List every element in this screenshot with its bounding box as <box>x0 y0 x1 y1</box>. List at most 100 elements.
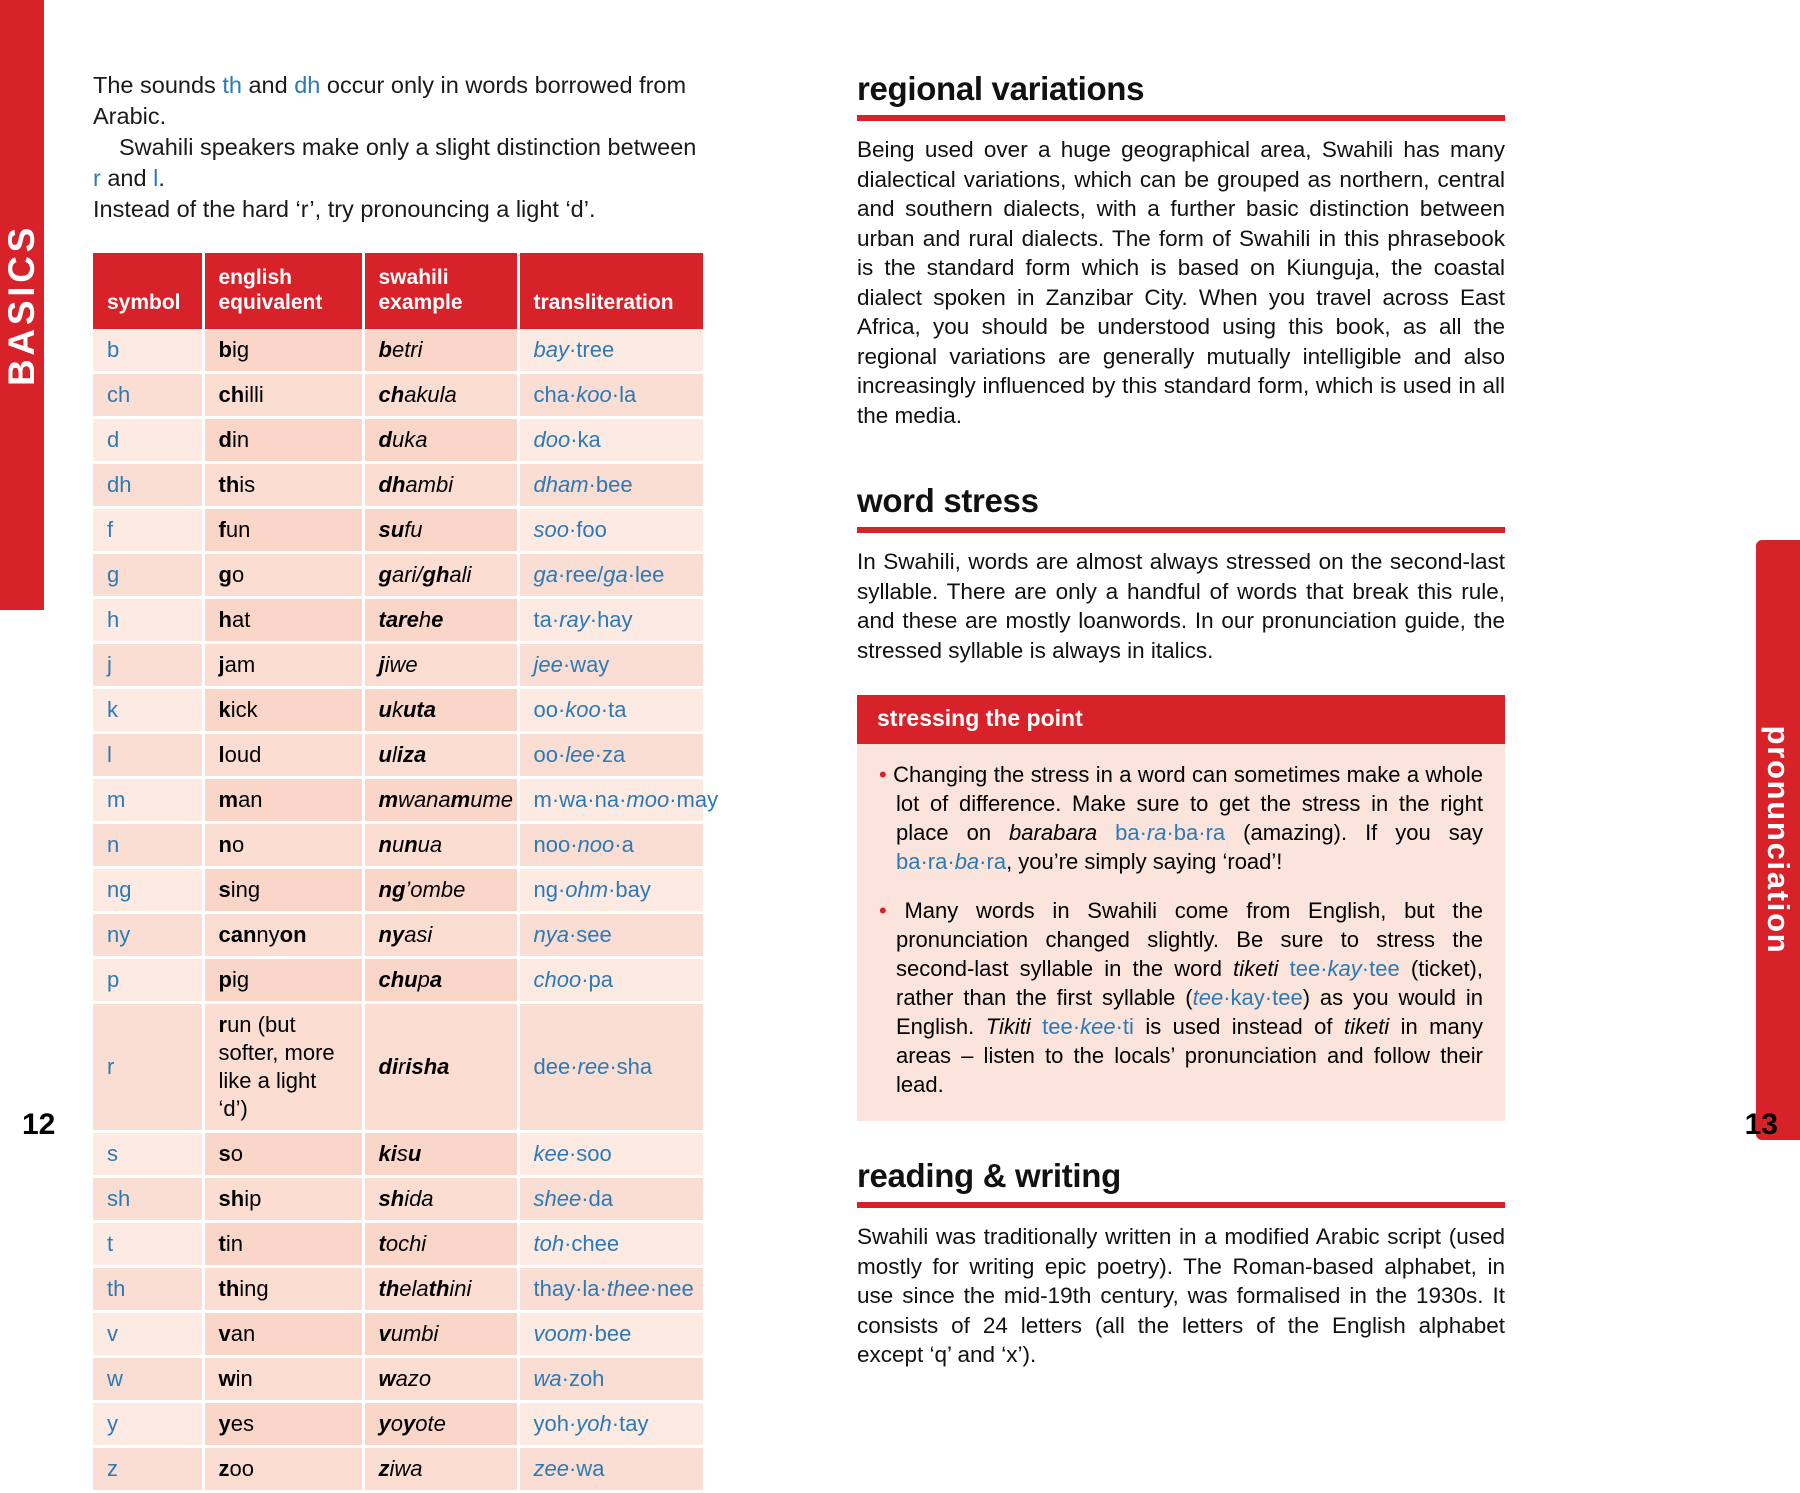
cell-english-equivalent: jam <box>203 642 365 689</box>
cell-symbol: f <box>93 507 205 554</box>
cell-transliteration: yoh·yoh·tay <box>518 1401 703 1448</box>
cell-symbol: ny <box>93 912 205 959</box>
cell-english-equivalent: sing <box>203 867 365 914</box>
cell-swahili-example: mwanamume <box>363 777 520 824</box>
cell-transliteration: voom·bee <box>518 1311 703 1358</box>
table-header-row: symbol english equivalent swahili exampl… <box>93 253 703 329</box>
table-row: ng sing ng’ombe ng·ohm·bay <box>93 867 703 914</box>
tip-word-tiketi-2: tiketi <box>1343 1014 1390 1039</box>
paragraph-word-stress: In Swahili, words are almost always stre… <box>857 549 1505 663</box>
column-header-symbol: symbol <box>93 253 205 329</box>
cell-swahili-example: chakula <box>363 372 520 419</box>
cell-swahili-example: sufu <box>363 507 520 554</box>
cell-swahili-example: shida <box>363 1176 520 1223</box>
cell-symbol: d <box>93 417 205 464</box>
section-tab-basics-label: BASICS <box>1 224 42 386</box>
cell-swahili-example: dhambi <box>363 462 520 509</box>
cell-symbol: ch <box>93 372 205 419</box>
bullet-dot-icon: • <box>879 762 887 787</box>
tip-box-body: • Changing the stress in a word can some… <box>857 744 1505 1121</box>
table-row: s so kisu kee·soo <box>93 1131 703 1178</box>
cell-english-equivalent: pig <box>203 957 365 1004</box>
cell-symbol: m <box>93 777 205 824</box>
section-tab-pronunciation[interactable]: pronunciation <box>1756 540 1800 1140</box>
table-row: dh this dhambi dham·bee <box>93 462 703 509</box>
cell-transliteration: noo·noo·a <box>518 822 703 869</box>
cell-transliteration: wa·zoh <box>518 1356 703 1403</box>
tip-word-tiketi: tiketi <box>1233 956 1279 981</box>
table-row: k kick ukuta oo·koo·ta <box>93 687 703 734</box>
cell-symbol: ng <box>93 867 205 914</box>
cell-swahili-example: betri <box>363 329 520 374</box>
table-row: th thing thelathini thay·la·thee·nee <box>93 1266 703 1313</box>
left-page: The sounds th and dh occur only in words… <box>93 70 718 1493</box>
tip-translit-4: tee·kay·tee <box>1192 985 1303 1010</box>
tip-text <box>1278 956 1289 981</box>
table-row: n no nunua noo·noo·a <box>93 822 703 869</box>
table-row: y yes yoyote yoh·yoh·tay <box>93 1401 703 1448</box>
table-row: h hat tarehe ta·ray·hay <box>93 597 703 644</box>
cell-symbol: t <box>93 1221 205 1268</box>
cell-swahili-example: ng’ombe <box>363 867 520 914</box>
table-row: l loud uliza oo·lee·za <box>93 732 703 779</box>
cell-english-equivalent: yes <box>203 1401 365 1448</box>
intro-sound-r: r <box>93 165 101 191</box>
cell-transliteration: jee·way <box>518 642 703 689</box>
cell-english-equivalent: cannyon <box>203 912 365 959</box>
heading-rule <box>857 115 1505 121</box>
cell-symbol: w <box>93 1356 205 1403</box>
cell-english-equivalent: kick <box>203 687 365 734</box>
cell-transliteration: kee·soo <box>518 1131 703 1178</box>
cell-swahili-example: ziwa <box>363 1446 520 1493</box>
tip-text <box>1031 1014 1042 1039</box>
cell-english-equivalent: tin <box>203 1221 365 1268</box>
cell-symbol: n <box>93 822 205 869</box>
cell-english-equivalent: hat <box>203 597 365 644</box>
table-row: ch chilli chakula cha·koo·la <box>93 372 703 419</box>
cell-english-equivalent: din <box>203 417 365 464</box>
tip-box-title: stressing the point <box>857 695 1505 744</box>
tip-word-barabara: barabara <box>1009 820 1098 845</box>
intro-sound-dh: dh <box>294 72 321 98</box>
cell-transliteration: m·wa·na·moo·may <box>518 777 718 824</box>
cell-english-equivalent: man <box>203 777 365 824</box>
table-row: p pig chupa choo·pa <box>93 957 703 1004</box>
cell-english-equivalent: big <box>203 329 365 374</box>
tip-text: is used instead of <box>1133 1014 1344 1039</box>
cell-english-equivalent: go <box>203 552 365 599</box>
pronunciation-table-body: b big betri bay·tree ch chilli chakula cha·koo·… <box>93 329 718 1493</box>
table-row: ny cannyon nyasi nya·see <box>93 912 703 959</box>
table-row: b big betri bay·tree <box>93 329 703 374</box>
cell-swahili-example: duka <box>363 417 520 464</box>
cell-english-equivalent: no <box>203 822 365 869</box>
cell-transliteration: bay·tree <box>518 329 703 374</box>
table-row: m man mwanamume m·wa·na·moo·may <box>93 777 718 824</box>
cell-transliteration: toh·chee <box>518 1221 703 1268</box>
cell-swahili-example: ukuta <box>363 687 520 734</box>
heading-rule <box>857 1202 1505 1208</box>
cell-symbol: dh <box>93 462 205 509</box>
cell-english-equivalent: fun <box>203 507 365 554</box>
cell-swahili-example: uliza <box>363 732 520 779</box>
cell-transliteration: ga·ree/ga·lee <box>518 552 703 599</box>
tip-translit-3: tee·kay·tee <box>1289 956 1400 981</box>
cell-transliteration: ta·ray·hay <box>518 597 703 644</box>
heading-rule <box>857 527 1505 533</box>
tip-translit-5: tee·kee·ti <box>1042 1014 1134 1039</box>
cell-symbol: k <box>93 687 205 734</box>
cell-swahili-example: gari/ghali <box>363 552 520 599</box>
section-tab-basics[interactable]: BASICS <box>0 0 44 610</box>
cell-symbol: p <box>93 957 205 1004</box>
cell-symbol: s <box>93 1131 205 1178</box>
table-row: w win wazo wa·zoh <box>93 1356 703 1403</box>
tip-text <box>1097 820 1115 845</box>
table-row: j jam jiwe jee·way <box>93 642 703 689</box>
cell-english-equivalent: loud <box>203 732 365 779</box>
intro-text: Instead of the hard ‘r’, try pronouncing… <box>93 196 596 222</box>
tip-bullet-1: • Changing the stress in a word can some… <box>879 760 1483 876</box>
intro-text: and <box>241 72 295 98</box>
tip-text: , you’re simply saying ‘road’! <box>1006 849 1283 874</box>
cell-swahili-example: tarehe <box>363 597 520 644</box>
cell-transliteration: nya·see <box>518 912 703 959</box>
cell-symbol: v <box>93 1311 205 1358</box>
